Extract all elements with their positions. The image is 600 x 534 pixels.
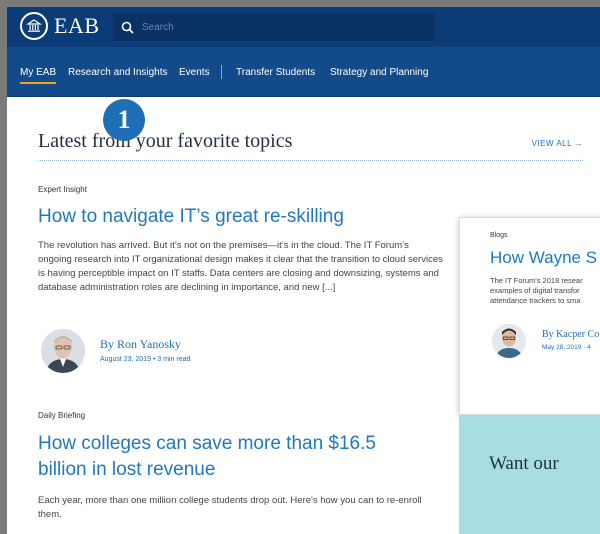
article-category: Expert Insight xyxy=(38,185,87,194)
card-excerpt: The IT Forum's 2018 resear examples of d… xyxy=(490,276,583,305)
author-name[interactable]: By Ron Yanosky xyxy=(100,337,181,352)
nav-events[interactable]: Events xyxy=(179,67,210,78)
nav-my-eab[interactable]: My EAB xyxy=(20,67,57,84)
nav-research-and-insights[interactable]: Research and Insights xyxy=(68,67,168,78)
top-bar: EAB Search xyxy=(7,7,600,47)
date-text: August 23, 2019 xyxy=(100,356,151,363)
nav-strategy-and-planning[interactable]: Strategy and Planning xyxy=(330,67,428,78)
search-input[interactable]: Search xyxy=(113,13,435,41)
step-badge: 1 xyxy=(103,99,145,141)
card-category: Blogs xyxy=(490,232,508,239)
article-title[interactable]: How colleges can save more than $16.5 bi… xyxy=(38,431,418,483)
promo-card[interactable]: Want our xyxy=(459,415,600,534)
promo-text: Want our xyxy=(489,453,559,474)
nav-separator xyxy=(221,65,222,79)
article-excerpt: The revolution has arrived. But it’s not… xyxy=(38,240,443,293)
search-icon xyxy=(121,21,134,34)
nav-transfer-students[interactable]: Transfer Students xyxy=(236,67,315,78)
side-article-card[interactable]: Blogs How Wayne S The IT Forum's 2018 re… xyxy=(459,217,600,415)
card-title[interactable]: How Wayne S xyxy=(490,245,597,271)
read-time: 3 min read xyxy=(157,356,191,363)
logo-text: EAB xyxy=(54,13,100,38)
card-author-avatar xyxy=(492,324,526,358)
article-excerpt: Each year, more than one million college… xyxy=(38,495,422,520)
card-author-name[interactable]: By Kacper Co xyxy=(542,329,599,340)
main-nav: My EAB Research and Insights Events Tran… xyxy=(7,47,600,97)
article-title[interactable]: How to navigate IT’s great re-skilling xyxy=(38,204,438,230)
card-date: May 28, 2019 · 4 xyxy=(542,344,591,351)
section-title: Latest from your favorite topics xyxy=(38,130,293,152)
article-date: August 23, 2019 • 3 min read xyxy=(100,356,190,363)
page-frame: EAB Search My EAB Research and Insights … xyxy=(0,0,600,534)
eab-logo[interactable]: EAB xyxy=(20,12,100,40)
institution-icon xyxy=(20,12,48,40)
author-avatar xyxy=(41,329,85,373)
article-category: Daily Briefing xyxy=(38,411,86,420)
view-all-link[interactable]: VIEW ALL → xyxy=(532,139,583,148)
search-placeholder: Search xyxy=(142,21,174,33)
